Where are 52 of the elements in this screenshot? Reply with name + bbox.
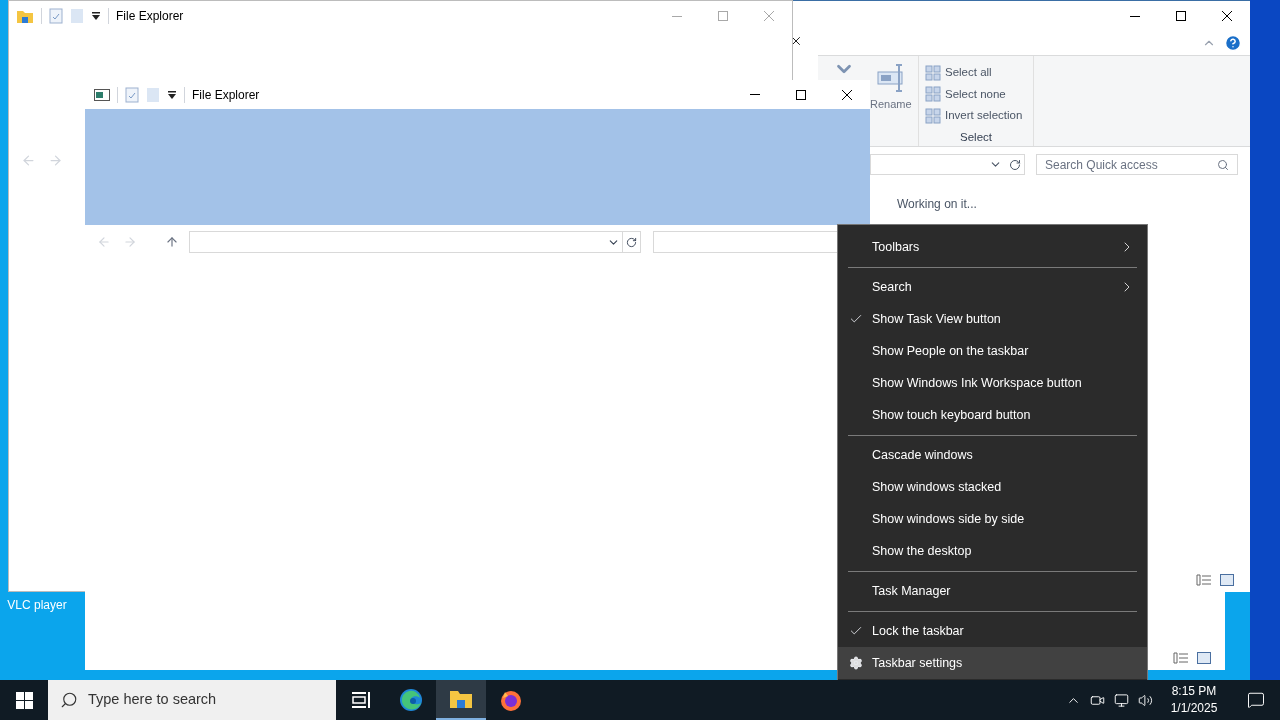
details-view-icon[interactable] <box>1173 652 1189 664</box>
menu-item[interactable]: Taskbar settings <box>838 647 1147 679</box>
folder-icon <box>449 689 473 709</box>
grid-icon <box>925 64 941 81</box>
menu-item[interactable]: Show People on the taskbar <box>838 335 1147 367</box>
group-label: Select <box>959 129 993 145</box>
browser-icon <box>399 688 423 712</box>
select-option[interactable]: Invert selection <box>925 105 1033 127</box>
status-text: Working on it... <box>897 196 978 213</box>
rename-icon <box>875 64 906 92</box>
help-icon[interactable] <box>1224 34 1242 52</box>
folder-icon <box>16 8 34 24</box>
refresh-icon[interactable] <box>1009 158 1021 171</box>
window-title: File Explorer <box>116 8 184 25</box>
task-view-icon <box>351 691 371 709</box>
menu-item[interactable]: Search <box>838 271 1147 303</box>
network-icon[interactable] <box>1114 692 1129 708</box>
menu-item[interactable]: Show the desktop <box>838 535 1147 567</box>
menu-item[interactable]: Cascade windows <box>838 439 1147 471</box>
large-icons-view-icon[interactable] <box>1220 574 1234 586</box>
customize-dropdown-icon[interactable] <box>91 11 101 21</box>
menu-item[interactable]: Lock the taskbar <box>838 615 1147 647</box>
menu-item[interactable]: Toolbars <box>838 231 1147 263</box>
clock[interactable]: 8:15 PM 1/1/2025 <box>1156 683 1232 717</box>
menu-item[interactable]: Task Manager <box>838 575 1147 607</box>
menu-item[interactable]: Show Task View button <box>838 303 1147 335</box>
taskbar-search-field[interactable]: Type here to search <box>48 680 336 720</box>
large-icons-view-icon[interactable] <box>1197 652 1211 664</box>
select-option[interactable]: Select none <box>925 83 1033 106</box>
rename-button[interactable]: Rename <box>870 64 912 113</box>
notification-icon <box>1247 691 1265 709</box>
menu-item[interactable]: Show windows stacked <box>838 471 1147 503</box>
details-view-icon[interactable] <box>1196 574 1212 586</box>
check-icon <box>849 624 863 638</box>
grid-icon <box>925 107 941 124</box>
window-title: File Explorer <box>192 86 260 104</box>
windows-logo-icon <box>15 691 33 709</box>
grid-icon <box>925 86 941 103</box>
search-icon <box>1217 158 1229 171</box>
menu-item[interactable]: Show windows side by side <box>838 503 1147 535</box>
menu-item[interactable]: Show Windows Ink Workspace button <box>838 367 1147 399</box>
select-option[interactable]: Select all <box>925 62 1033 84</box>
taskbar-app-button[interactable] <box>436 680 486 720</box>
search-icon <box>60 691 78 709</box>
volume-icon[interactable] <box>1138 692 1153 708</box>
refresh-icon[interactable] <box>626 236 637 248</box>
menu-item[interactable]: Show touch keyboard button <box>838 399 1147 431</box>
settings-icon <box>849 656 863 670</box>
check-icon <box>849 312 863 326</box>
window-icon <box>94 88 110 101</box>
customize-dropdown-icon[interactable] <box>167 89 177 100</box>
search-field[interactable]: Search Quick access <box>1036 154 1238 175</box>
